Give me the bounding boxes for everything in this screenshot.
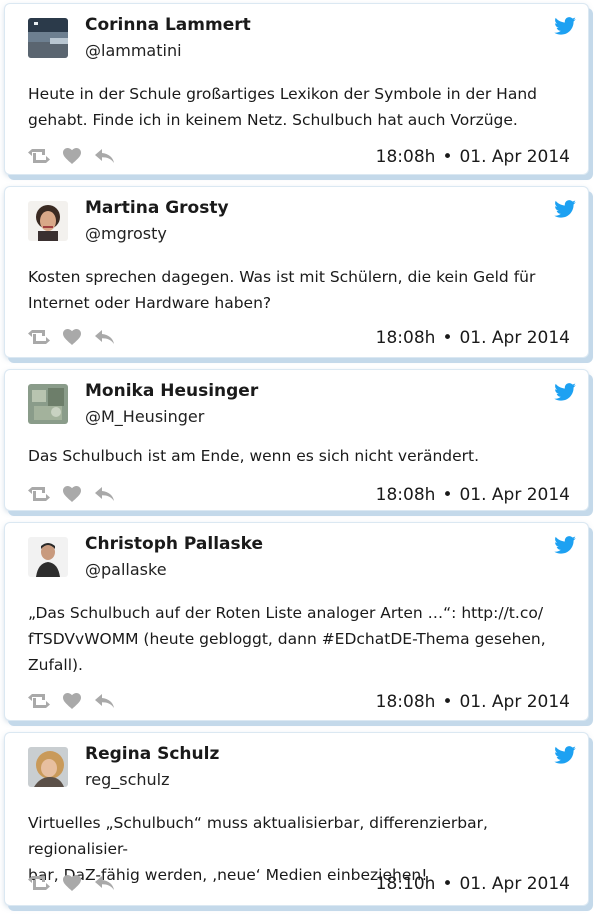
heart-icon[interactable] [61, 691, 83, 711]
tweet-timestamp: 18:08h • 01. Apr 2014 [376, 485, 570, 505]
author-handle[interactable]: @M_Heusinger [85, 407, 204, 426]
tweet-text-line: Das Schulbuch ist am Ende, wenn es sich … [28, 447, 480, 465]
author-handle[interactable]: @lammatini [85, 41, 182, 60]
reply-icon[interactable] [94, 146, 116, 166]
tweet-text-line: gehabt. Finde ich in keinem Netz. Schulb… [28, 111, 518, 129]
retweet-icon[interactable] [28, 691, 50, 711]
tweet-card: Corinna Lammert @lammatini Heute in der … [5, 4, 588, 174]
tweet-time: 18:08h [375, 328, 436, 348]
tweet-text: „Das Schulbuch auf der Roten Liste analo… [28, 600, 570, 678]
tweet-time: 18:08h [375, 485, 436, 505]
tweet-text: Heute in der Schule großartiges Lexikon … [28, 81, 570, 133]
author-name[interactable]: Regina Schulz [85, 744, 219, 764]
reply-icon[interactable] [94, 691, 116, 711]
tweet-timestamp: 18:08h • 01. Apr 2014 [376, 692, 570, 712]
avatar[interactable] [28, 384, 68, 424]
tweet-date: 01. Apr 2014 [459, 328, 570, 348]
tweet-card: Monika Heusinger @M_Heusinger Das Schulb… [5, 370, 588, 510]
retweet-icon[interactable] [28, 484, 50, 504]
meta-separator: • [442, 147, 453, 167]
tweet-time: 18:10h [375, 874, 436, 894]
tweet-text: Kosten sprechen dagegen. Was ist mit Sch… [28, 264, 570, 316]
tweet-card: Martina Grosty @mgrosty Kosten sprechen … [5, 187, 588, 357]
tweet-date: 01. Apr 2014 [459, 874, 570, 894]
twitter-bird-icon [554, 383, 576, 401]
meta-separator: • [442, 874, 453, 894]
tweet-date: 01. Apr 2014 [459, 692, 570, 712]
tweet-date: 01. Apr 2014 [459, 485, 570, 505]
twitter-bird-icon [554, 200, 576, 218]
tweet-time: 18:08h [375, 147, 436, 167]
tweet-card: Christoph Pallaske @pallaske „Das Schulb… [5, 523, 588, 720]
tweet-text: Das Schulbuch ist am Ende, wenn es sich … [28, 443, 570, 469]
tweet-text-line: Kosten sprechen dagegen. Was ist mit Sch… [28, 268, 536, 286]
heart-icon[interactable] [61, 873, 83, 893]
tweet-text-line: Zufall). [28, 656, 83, 674]
retweet-icon[interactable] [28, 873, 50, 893]
heart-icon[interactable] [61, 327, 83, 347]
tweet-actions [28, 690, 127, 712]
avatar[interactable] [28, 18, 68, 58]
heart-icon[interactable] [61, 146, 83, 166]
meta-separator: • [442, 692, 453, 712]
reply-icon[interactable] [94, 873, 116, 893]
tweet-card: Regina Schulz reg_schulz Virtuelles „Sch… [5, 733, 588, 905]
author-name[interactable]: Monika Heusinger [85, 381, 258, 401]
heart-icon[interactable] [61, 484, 83, 504]
tweet-feed: Corinna Lammert @lammatini Heute in der … [0, 0, 609, 923]
tweet-actions [28, 326, 127, 348]
retweet-icon[interactable] [28, 146, 50, 166]
author-name[interactable]: Corinna Lammert [85, 15, 251, 35]
twitter-bird-icon [554, 17, 576, 35]
reply-icon[interactable] [94, 327, 116, 347]
twitter-bird-icon [554, 536, 576, 554]
meta-separator: • [442, 328, 453, 348]
tweet-timestamp: 18:08h • 01. Apr 2014 [376, 147, 570, 167]
author-handle[interactable]: reg_schulz [85, 770, 169, 789]
tweet-text-line: Heute in der Schule großartiges Lexikon … [28, 85, 538, 103]
avatar[interactable] [28, 201, 68, 241]
tweet-text-line: Virtuelles „Schulbuch“ muss aktualisierb… [28, 814, 488, 858]
tweet-timestamp: 18:08h • 01. Apr 2014 [376, 328, 570, 348]
tweet-text-line: „Das Schulbuch auf der Roten Liste analo… [28, 604, 544, 622]
avatar[interactable] [28, 537, 68, 577]
tweet-text-line: fTSDVvWOMM (heute gebloggt, dann #EDchat… [28, 630, 546, 648]
author-handle[interactable]: @pallaske [85, 560, 167, 579]
tweet-actions [28, 145, 127, 167]
avatar[interactable] [28, 747, 68, 787]
meta-separator: • [442, 485, 453, 505]
tweet-time: 18:08h [375, 692, 436, 712]
retweet-icon[interactable] [28, 327, 50, 347]
twitter-bird-icon [554, 746, 576, 764]
tweet-date: 01. Apr 2014 [459, 147, 570, 167]
author-name[interactable]: Christoph Pallaske [85, 534, 263, 554]
tweet-actions [28, 872, 127, 894]
tweet-text-line: Internet oder Hardware haben? [28, 294, 272, 312]
tweet-timestamp: 18:10h • 01. Apr 2014 [376, 874, 570, 894]
author-name[interactable]: Martina Grosty [85, 198, 229, 218]
reply-icon[interactable] [94, 484, 116, 504]
author-handle[interactable]: @mgrosty [85, 224, 167, 243]
tweet-actions [28, 483, 127, 505]
